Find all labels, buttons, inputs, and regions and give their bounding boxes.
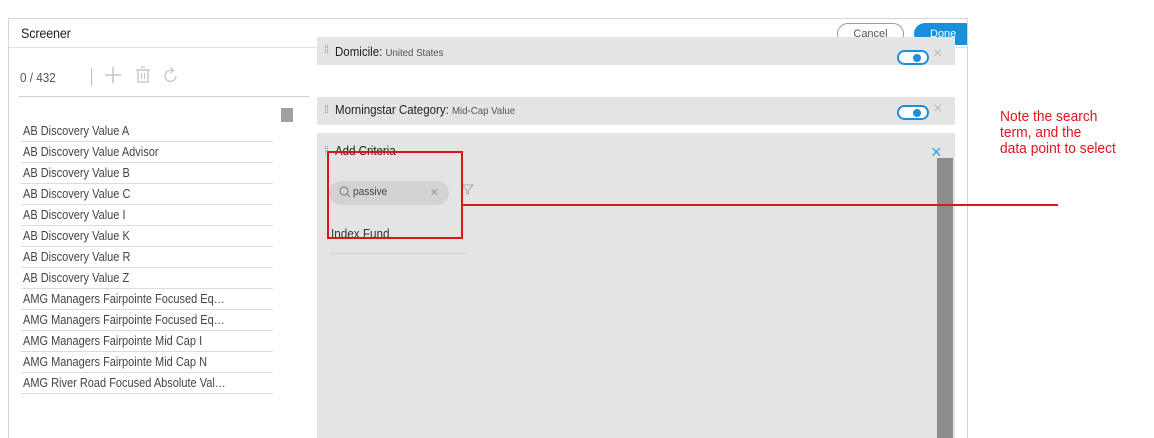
refresh-icon[interactable] (161, 64, 181, 86)
callout-highlight-box (327, 151, 463, 239)
list-item-label: AMG Managers Fairpointe Mid Cap N (23, 355, 208, 369)
criteria-row-morningstar-category[interactable]: ⁞⁞ Morningstar Category: Mid-Cap Value × (317, 97, 955, 125)
criteria-pane: ⁞⁞ Domicile: United States × ⁞⁞ Mornings… (314, 37, 967, 438)
close-icon[interactable]: × (933, 45, 942, 63)
criteria-toggle[interactable] (897, 105, 929, 120)
list-item[interactable]: AMG Managers Fairpointe Focused Eq… (21, 310, 273, 331)
callout-line-3: data point to select (1000, 140, 1116, 157)
result-count: 0 / 432 (20, 70, 56, 85)
list-item-label: AMG River Road Focused Absolute Val… (23, 376, 226, 390)
list-item[interactable]: AB Discovery Value K (21, 226, 273, 247)
panel-scrollbar[interactable] (937, 158, 953, 438)
criteria-value: Mid-Cap Value (451, 105, 516, 117)
criteria-toggle[interactable] (897, 50, 929, 65)
criteria-row-domicile[interactable]: ⁞⁞ Domicile: United States × (317, 37, 955, 65)
toolbar-divider (91, 68, 92, 86)
list-item-label: AMG Managers Fairpointe Focused Eq… (23, 292, 225, 306)
plus-icon[interactable] (103, 64, 123, 86)
criteria-name: Domicile: (335, 45, 383, 59)
screener-window: Screener Cancel Done 0 / 432 AB Discover… (8, 18, 968, 438)
criteria-value: United States (385, 47, 444, 59)
close-icon[interactable]: × (933, 100, 942, 118)
list-item-label: AMG Managers Fairpointe Focused Eq… (23, 313, 225, 327)
list-scrollbar[interactable] (281, 108, 293, 122)
list-item-label: AB Discovery Value I (23, 208, 126, 222)
list-item[interactable]: AMG River Road Focused Absolute Val… (21, 373, 273, 394)
list-item-label: AB Discovery Value C (23, 187, 131, 201)
list-item[interactable]: AB Discovery Value B (21, 163, 273, 184)
drag-handle-icon[interactable]: ⁞⁞ (324, 44, 329, 56)
list-item[interactable]: AB Discovery Value R (21, 247, 273, 268)
list-item[interactable]: AB Discovery Value I (21, 205, 273, 226)
callout-note: Note the search term, and the data point… (1000, 109, 1142, 157)
list-item[interactable]: AB Discovery Value Z (21, 268, 273, 289)
results-pane: 0 / 432 AB Discovery Value A AB Discovery… (9, 49, 309, 438)
list-item-label: AB Discovery Value K (23, 229, 130, 243)
window-title: Screener (21, 25, 71, 41)
screenshot-stage: Screener Cancel Done 0 / 432 AB Discover… (0, 0, 1154, 438)
drag-handle-icon[interactable]: ⁞⁞ (324, 104, 329, 116)
list-item[interactable]: AB Discovery Value C (21, 184, 273, 205)
list-item[interactable]: AMG Managers Fairpointe Focused Eq… (21, 289, 273, 310)
list-item[interactable]: AMG Managers Fairpointe Mid Cap N (21, 352, 273, 373)
divider (331, 253, 465, 254)
list-item-label: AB Discovery Value A (23, 124, 130, 138)
list-item-label: AB Discovery Value R (23, 250, 131, 264)
list-item-label: AB Discovery Value Advisor (23, 145, 159, 159)
list-item-label: AB Discovery Value B (23, 166, 130, 180)
list-item[interactable]: AB Discovery Value A (21, 121, 273, 142)
list-item-label: AMG Managers Fairpointe Mid Cap I (23, 334, 203, 348)
callout-line-1: Note the search (1000, 108, 1098, 125)
results-toolbar: 0 / 432 (19, 49, 309, 97)
list-item-label: AB Discovery Value Z (23, 271, 130, 285)
fund-list: AB Discovery Value A AB Discovery Value A… (21, 121, 273, 394)
list-item[interactable]: AMG Managers Fairpointe Mid Cap I (21, 331, 273, 352)
callout-line-2: term, and the (1000, 124, 1082, 141)
criteria-name: Morningstar Category: (335, 103, 449, 117)
list-item[interactable]: AB Discovery Value Advisor (21, 142, 273, 163)
trash-icon[interactable] (133, 64, 153, 86)
callout-pointer-line (463, 204, 1058, 206)
